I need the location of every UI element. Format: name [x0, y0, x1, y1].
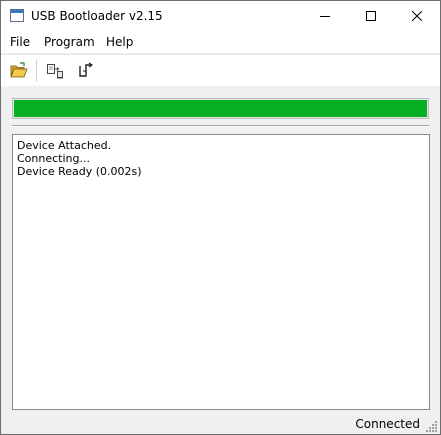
menu-bar: File Program Help [1, 31, 440, 53]
log-line: Connecting... [17, 152, 90, 165]
minimize-button[interactable] [302, 1, 348, 31]
close-button[interactable] [394, 1, 440, 31]
toolbar [1, 54, 440, 86]
connection-status: Connected [355, 417, 420, 431]
reset-device-button[interactable] [77, 61, 97, 81]
close-icon [412, 11, 422, 21]
title-bar[interactable]: USB Bootloader v2.15 [1, 1, 440, 31]
status-bar: Connected [1, 412, 440, 434]
toolbar-separator [36, 60, 37, 82]
menu-help[interactable]: Help [106, 35, 133, 49]
menu-program[interactable]: Program [44, 35, 95, 49]
log-line: Device Attached. [17, 139, 112, 152]
open-folder-icon [10, 62, 28, 78]
progress-bar [12, 98, 429, 119]
resize-grip-icon[interactable] [426, 420, 438, 432]
progress-bar-fill [14, 100, 427, 117]
divider [12, 125, 429, 127]
app-window-icon [10, 9, 24, 22]
log-output[interactable]: Device Attached. Connecting... Device Re… [12, 134, 430, 410]
minimize-icon [320, 16, 330, 17]
app-window: USB Bootloader v2.15 File Program Help D… [0, 0, 441, 435]
maximize-button[interactable] [348, 1, 394, 31]
log-line: Device Ready (0.002s) [17, 165, 142, 178]
program-device-button[interactable] [45, 61, 65, 81]
program-device-icon [47, 64, 63, 79]
reset-signal-icon [79, 62, 94, 77]
window-title: USB Bootloader v2.15 [31, 9, 163, 23]
maximize-icon [366, 11, 376, 21]
menu-file[interactable]: File [10, 35, 30, 49]
open-file-button[interactable] [9, 61, 29, 81]
